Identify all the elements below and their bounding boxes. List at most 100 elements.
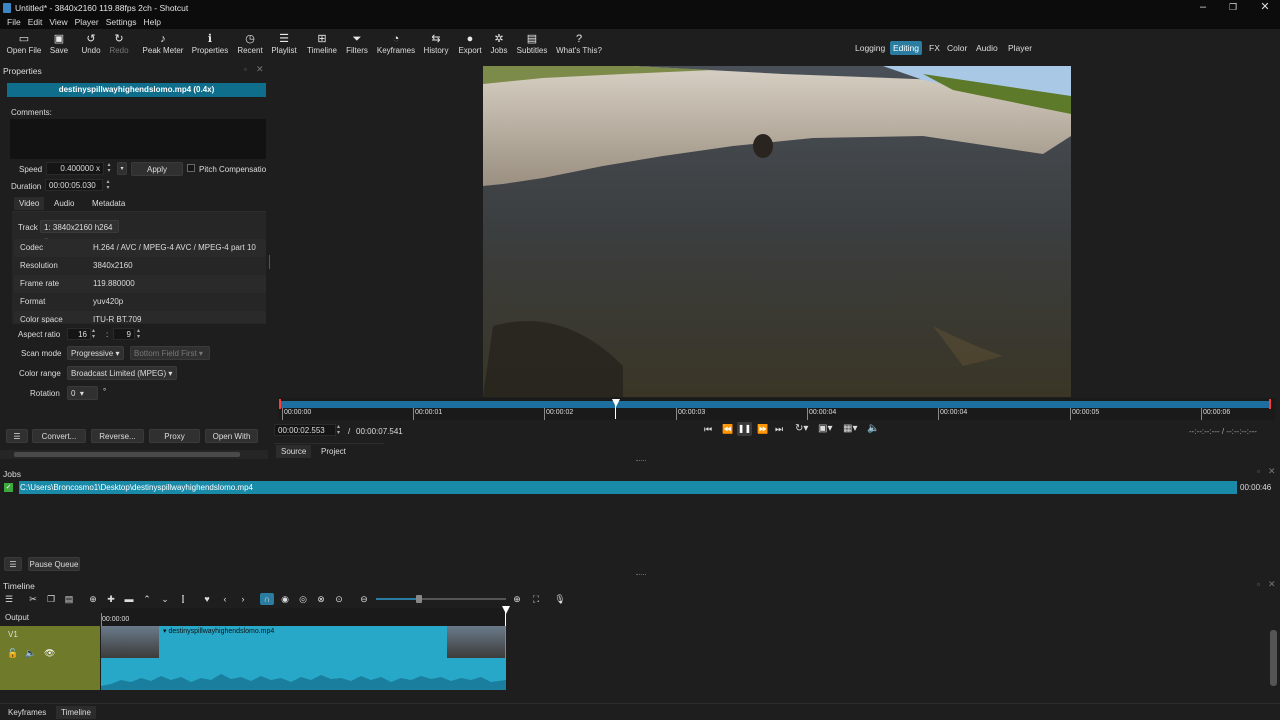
export-button[interactable]: ● Export: [455, 32, 485, 56]
previous-marker-icon[interactable]: ‹: [218, 593, 232, 605]
fast-forward-icon[interactable]: ⏩: [757, 424, 768, 435]
field-order-dropdown[interactable]: Bottom Field First ▾: [130, 346, 210, 360]
menu-player[interactable]: Player: [75, 16, 99, 29]
scrollbar-thumb[interactable]: [14, 452, 240, 457]
menu-file[interactable]: File: [7, 16, 21, 29]
zoom-out-icon[interactable]: ⊖: [357, 593, 371, 605]
float-icon[interactable]: ▫: [1257, 580, 1260, 589]
float-icon[interactable]: ▫: [1257, 467, 1260, 476]
video-preview[interactable]: [483, 66, 1071, 397]
paste-icon[interactable]: ▤: [62, 593, 76, 605]
layout-color[interactable]: Color: [944, 41, 970, 55]
aspect-height-input[interactable]: 9: [113, 328, 135, 340]
lift-icon[interactable]: ⌃: [140, 593, 154, 605]
splitter-handle[interactable]: [636, 460, 646, 462]
filters-button[interactable]: ⏷ Filters: [344, 32, 370, 56]
subtitles-button[interactable]: ▤ Subtitles: [515, 32, 549, 56]
playlist-button[interactable]: ☰ Playlist: [269, 32, 299, 56]
loop-icon[interactable]: ↻▾: [795, 423, 808, 434]
minimize-icon[interactable]: –: [1193, 2, 1213, 13]
rotation-dropdown[interactable]: 0 ▾: [67, 386, 98, 400]
tab-metadata[interactable]: Metadata: [87, 197, 130, 210]
open-with-button[interactable]: Open With: [205, 429, 258, 443]
tab-timeline[interactable]: Timeline: [56, 706, 96, 719]
playhead-icon[interactable]: [612, 399, 620, 407]
pitch-checkbox[interactable]: [187, 164, 195, 172]
timeline-clip[interactable]: ▾ destinyspillwayhighendslomo.mp4: [101, 626, 506, 690]
record-audio-icon[interactable]: 🎙: [553, 593, 567, 605]
position-spin[interactable]: ▴ ▾: [337, 424, 340, 436]
overwrite-icon[interactable]: ⌄: [158, 593, 172, 605]
copy-icon[interactable]: ❐: [44, 593, 58, 605]
timeline-menu-icon[interactable]: ☰: [2, 593, 16, 605]
jobs-menu-button[interactable]: ☰: [4, 557, 22, 571]
volume-icon[interactable]: 🔈: [867, 423, 879, 434]
aspect-width-input[interactable]: 16: [67, 328, 91, 340]
close-panel-icon[interactable]: ✕: [256, 64, 264, 75]
lock-icon[interactable]: 🔓: [7, 648, 18, 659]
close-panel-icon[interactable]: ✕: [1268, 579, 1276, 590]
pause-queue-button[interactable]: Pause Queue: [28, 557, 80, 571]
aspect-height-spin[interactable]: ▴ ▾: [137, 328, 140, 340]
skip-previous-icon[interactable]: ⏮: [704, 424, 712, 435]
menu-settings[interactable]: Settings: [106, 16, 137, 29]
layout-logging[interactable]: Logging: [852, 41, 888, 55]
whats-this-button[interactable]: ? What's This?: [555, 32, 603, 56]
grid-icon[interactable]: ▦▾: [843, 423, 857, 434]
speed-input[interactable]: 0.400000 x: [46, 162, 104, 175]
timeline-playhead-icon[interactable]: [502, 606, 510, 614]
close-panel-icon[interactable]: ✕: [1268, 466, 1276, 477]
position-input[interactable]: 00:00:02.553: [274, 424, 336, 436]
scrub-icon[interactable]: ◉: [278, 593, 292, 605]
properties-scrollbar[interactable]: [0, 450, 268, 459]
duration-input[interactable]: 00:00:05.030: [45, 179, 103, 191]
mute-icon[interactable]: 🔈: [25, 648, 36, 659]
remove-icon[interactable]: ▬: [122, 593, 136, 605]
in-marker[interactable]: [279, 399, 281, 409]
zoom-fit-icon[interactable]: ⛶: [529, 593, 543, 605]
keyframes-button[interactable]: ◔ Keyframes: [375, 32, 417, 56]
menu-help[interactable]: Help: [143, 16, 160, 29]
save-button[interactable]: ▣ Save: [46, 32, 72, 56]
speed-preset-dropdown[interactable]: ▾: [117, 162, 127, 175]
layout-editing[interactable]: Editing: [890, 41, 922, 55]
job-row[interactable]: C:\Users\Broncosmo1\Desktop\destinyspill…: [19, 481, 1237, 494]
ripple-icon[interactable]: ◎: [296, 593, 310, 605]
duration-spin-icon[interactable]: ▴ ▾: [104, 179, 112, 191]
zoom-slider[interactable]: [376, 595, 506, 603]
snap-icon[interactable]: ∩: [260, 593, 274, 605]
next-marker-icon[interactable]: ›: [236, 593, 250, 605]
float-icon[interactable]: ▫: [244, 65, 247, 74]
marker-icon[interactable]: ♥: [200, 593, 214, 605]
aspect-width-spin[interactable]: ▴ ▾: [92, 328, 95, 340]
tab-project[interactable]: Project: [316, 445, 351, 458]
skip-next-icon[interactable]: ⏭: [775, 424, 783, 435]
pause-button[interactable]: ❚❚: [737, 422, 752, 436]
convert-button[interactable]: Convert...: [32, 429, 86, 443]
insert-icon[interactable]: ✚: [104, 593, 118, 605]
cut-icon[interactable]: ✂: [26, 593, 40, 605]
scan-dropdown[interactable]: Progressive ▾: [67, 346, 124, 360]
hide-icon[interactable]: 👁: [44, 648, 55, 659]
tab-video[interactable]: Video: [14, 197, 45, 210]
splitter-handle[interactable]: [636, 574, 646, 576]
color-range-dropdown[interactable]: Broadcast Limited (MPEG) ▾: [67, 366, 177, 380]
recent-button[interactable]: ◷ Recent: [234, 32, 266, 56]
rewind-icon[interactable]: ⏪: [722, 424, 733, 435]
properties-menu-button[interactable]: ☰: [6, 429, 28, 443]
menu-view[interactable]: View: [49, 16, 67, 29]
zoom-icon[interactable]: ▣▾: [818, 423, 832, 434]
ripple-all-icon[interactable]: ⊗: [314, 593, 328, 605]
zoom-in-icon[interactable]: ⊕: [510, 593, 524, 605]
tab-keyframes[interactable]: Keyframes: [3, 706, 51, 719]
layout-audio[interactable]: Audio: [973, 41, 1001, 55]
layout-player[interactable]: Player: [1005, 41, 1035, 55]
zoom-slider-handle[interactable]: [416, 595, 422, 603]
split-icon[interactable]: ⫿: [176, 593, 190, 605]
open-file-button[interactable]: ▭ Open File: [4, 32, 44, 56]
player-scrubber[interactable]: [280, 401, 1270, 408]
tab-source[interactable]: Source: [276, 445, 312, 458]
reverse-button[interactable]: Reverse...: [91, 429, 144, 443]
timeline-vscrollbar[interactable]: [1270, 630, 1277, 686]
timeline-button[interactable]: ⊞ Timeline: [304, 32, 340, 56]
